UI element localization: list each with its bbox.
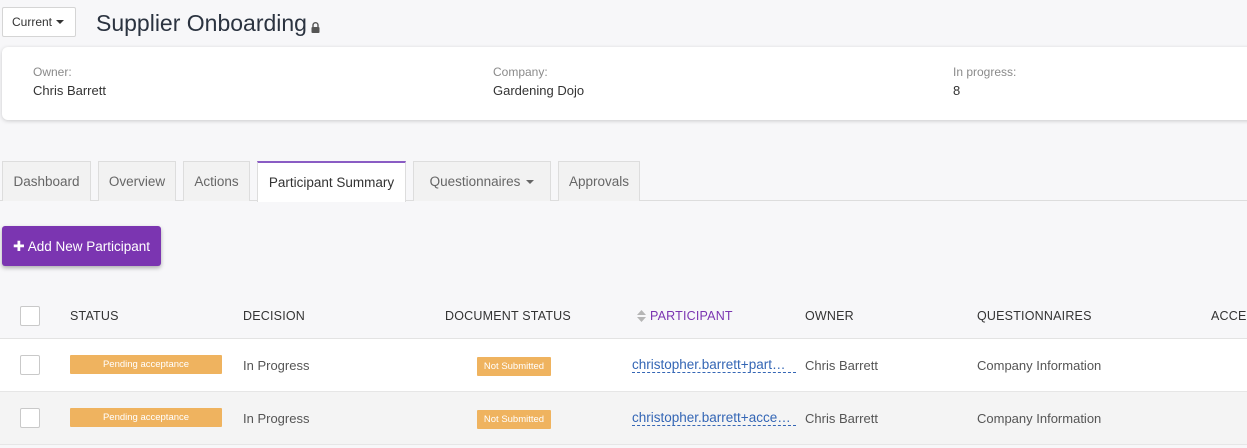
lock-icon	[311, 12, 320, 39]
tab-questionnaires[interactable]: Questionnaires	[413, 161, 551, 201]
chevron-down-icon	[526, 179, 535, 184]
participant-link[interactable]: christopher.barrett+part…	[632, 357, 796, 373]
owner-cell: Chris Barrett	[805, 411, 878, 426]
document-status-badge: Not Submitted	[477, 410, 551, 429]
tab-approvals[interactable]: Approvals	[558, 161, 640, 201]
document-status-badge: Not Submitted	[477, 357, 551, 376]
status-badge: Pending acceptance	[70, 408, 222, 427]
company-field: Company: Gardening Dojo	[493, 65, 584, 98]
add-participant-button[interactable]: ✚ Add New Participant	[2, 226, 161, 266]
table-row: Pending acceptance In Progress Not Submi…	[0, 392, 1247, 445]
column-header-owner[interactable]: OWNER	[805, 309, 854, 323]
tab-actions[interactable]: Actions	[183, 161, 250, 201]
questionnaires-cell: Company Information	[977, 411, 1102, 426]
in-progress-label: In progress:	[953, 65, 1017, 79]
tab-dashboard[interactable]: Dashboard	[2, 161, 91, 201]
owner-value: Chris Barrett	[33, 83, 106, 98]
owner-field: Owner: Chris Barrett	[33, 65, 106, 98]
page: Current Supplier Onboarding Owner: Chris…	[0, 0, 1247, 448]
tab-overview[interactable]: Overview	[98, 161, 176, 201]
tab-participant-summary[interactable]: Participant Summary	[257, 161, 406, 202]
tab-label: Overview	[108, 174, 166, 189]
add-participant-label: Add New Participant	[27, 238, 151, 254]
in-progress-value: 8	[953, 83, 961, 98]
column-header-participant[interactable]: PARTICIPANT	[637, 309, 733, 325]
decision-cell: In Progress	[243, 358, 310, 373]
tab-label: Actions	[194, 174, 239, 189]
row-checkbox[interactable]	[20, 408, 40, 428]
plus-icon: ✚	[12, 237, 25, 254]
tab-label: Questionnaires	[429, 174, 521, 189]
column-header-questionnaires[interactable]: QUESTIONNAIRES	[977, 309, 1092, 323]
table-row: Pending acceptance In Progress Not Submi…	[0, 339, 1247, 392]
page-title-wrap: Supplier Onboarding	[96, 8, 320, 39]
questionnaires-cell: Company Information	[977, 358, 1102, 373]
decision-cell: In Progress	[243, 411, 310, 426]
column-header-status[interactable]: STATUS	[70, 309, 119, 323]
sort-icon	[637, 310, 646, 325]
version-dropdown[interactable]: Current	[2, 7, 76, 37]
tab-bar: Dashboard Overview Actions Participant S…	[0, 161, 1247, 202]
column-header-decision[interactable]: DECISION	[243, 309, 305, 323]
version-dropdown-label: Current	[12, 15, 53, 29]
in-progress-field: In progress: 8	[953, 65, 1016, 98]
column-header-participant-label: PARTICIPANT	[650, 309, 733, 323]
table-header: STATUS DECISION DOCUMENT STATUS PARTICIP…	[0, 292, 1247, 339]
summary-card: Owner: Chris Barrett Company: Gardening …	[2, 47, 1247, 120]
row-checkbox[interactable]	[20, 355, 40, 375]
participants-table: STATUS DECISION DOCUMENT STATUS PARTICIP…	[0, 292, 1247, 445]
owner-label: Owner:	[33, 65, 72, 79]
participant-link[interactable]: christopher.barrett+acce…	[632, 410, 796, 426]
status-badge: Pending acceptance	[70, 355, 222, 374]
column-header-acceptance[interactable]: ACCE	[1211, 309, 1247, 323]
company-value: Gardening Dojo	[493, 83, 585, 98]
company-label: Company:	[493, 65, 548, 79]
chevron-down-icon	[56, 20, 65, 24]
column-header-document-status[interactable]: DOCUMENT STATUS	[445, 309, 571, 323]
tab-label: Dashboard	[13, 174, 80, 189]
page-title: Supplier Onboarding	[96, 10, 307, 36]
tab-label: Participant Summary	[268, 175, 395, 190]
owner-cell: Chris Barrett	[805, 358, 878, 373]
select-all-checkbox[interactable]	[20, 306, 40, 326]
tab-label: Approvals	[568, 174, 630, 189]
